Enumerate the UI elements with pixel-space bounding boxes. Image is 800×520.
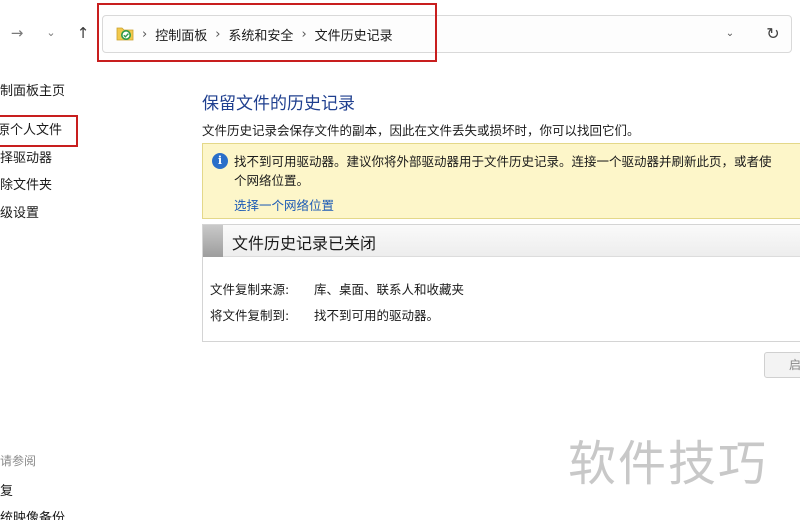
see-also-recovery[interactable]: 复 xyxy=(0,480,13,499)
sidebar-item-select-drive[interactable]: 择驱动器 xyxy=(0,149,52,169)
forward-arrow-icon[interactable]: → xyxy=(6,22,28,44)
up-arrow-icon[interactable]: ↑ xyxy=(72,22,94,44)
status-value: 库、桌面、联系人和收藏夹 xyxy=(313,282,464,297)
turn-on-button[interactable]: 启 xyxy=(764,352,800,378)
sidebar-item-advanced-settings[interactable]: 级设置 xyxy=(0,204,39,224)
status-label: 文件复制来源: xyxy=(210,282,290,297)
sidebar-annotation-box xyxy=(0,115,78,147)
info-icon: i xyxy=(212,153,228,169)
sidebar: 制面板主页 原个人文件 择驱动器 除文件夹 级设置 请参阅 复 统映像备份 xyxy=(0,75,100,520)
refresh-icon[interactable]: ↻ xyxy=(764,24,782,44)
status-panel: 文件历史记录已关闭 文件复制来源: 库、桌面、联系人和收藏夹 将文件复制到: 找… xyxy=(202,224,800,342)
page-title: 保留文件的历史记录 xyxy=(202,94,355,114)
status-header: 文件历史记录已关闭 xyxy=(203,225,800,257)
status-value: 找不到可用的驱动器。 xyxy=(313,308,439,323)
see-also-heading: 请参阅 xyxy=(0,454,37,468)
status-label: 将文件复制到: xyxy=(210,308,290,323)
breadcrumb-annotation-box xyxy=(97,3,437,62)
page-description: 文件历史记录会保存文件的副本，因此在文件丢失或损坏时，你可以找回它们。 xyxy=(202,123,640,138)
sidebar-item-exclude-folders[interactable]: 除文件夹 xyxy=(0,176,52,196)
info-message-line2: 个网络位置。 xyxy=(234,173,310,188)
sidebar-item-control-panel-home[interactable]: 制面板主页 xyxy=(0,82,65,102)
status-row-copy-to: 将文件复制到: 找不到可用的驱动器。 xyxy=(210,305,439,324)
status-row-copy-from: 文件复制来源: 库、桌面、联系人和收藏夹 xyxy=(210,279,464,298)
recent-locations-icon[interactable]: ⌄ xyxy=(40,22,62,44)
select-network-location-link[interactable]: 选择一个网络位置 xyxy=(234,195,334,214)
status-marker xyxy=(203,225,223,257)
see-also-system-image-backup[interactable]: 统映像备份 xyxy=(0,507,65,520)
info-banner: i 找不到可用驱动器。建议你将外部驱动器用于文件历史记录。连接一个驱动器并刷新此… xyxy=(202,143,800,219)
watermark: 软件技巧 xyxy=(568,436,769,492)
address-dropdown-icon[interactable]: ⌄ xyxy=(722,26,738,42)
status-title: 文件历史记录已关闭 xyxy=(232,234,377,253)
info-message-line1: 找不到可用驱动器。建议你将外部驱动器用于文件历史记录。连接一个驱动器并刷新此页，… xyxy=(234,154,772,169)
navigation-bar: → ⌄ ↑ › 控制面板 › 系统和安全 › 文件历史记录 ⌄ ↻ xyxy=(0,0,800,68)
